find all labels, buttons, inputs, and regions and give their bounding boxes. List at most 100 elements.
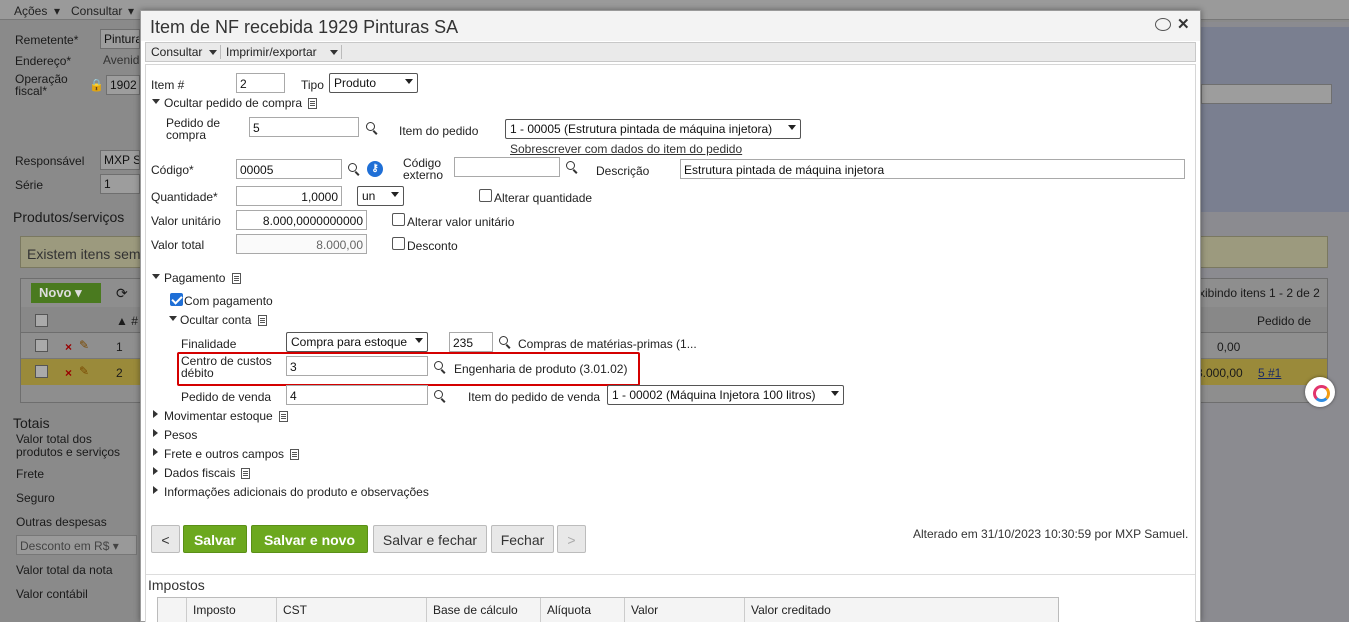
section-informacoes-adicionais[interactable]: Informações adicionais do produto e obse… [164, 486, 429, 498]
search-icon[interactable] [499, 336, 511, 348]
pedido-compra-field[interactable]: 5 [249, 117, 359, 137]
document-icon[interactable] [232, 273, 241, 284]
tipo-select[interactable]: Produto [329, 73, 418, 93]
ocultar-pedido-compra-toggle[interactable]: Ocultar pedido de compra [164, 97, 302, 109]
codigo-externo-field[interactable] [454, 157, 560, 177]
previous-button[interactable]: < [151, 525, 180, 553]
document-icon[interactable] [279, 411, 288, 422]
document-icon[interactable] [241, 468, 250, 479]
unidade-select[interactable]: un [357, 186, 404, 206]
delete-icon[interactable]: × [65, 366, 72, 380]
item-nf-dialog: Item de NF recebida 1929 Pinturas SA ✕ C… [140, 10, 1201, 622]
app-launcher-icon[interactable] [1305, 377, 1335, 407]
sort-icon[interactable]: ▲ # [116, 314, 138, 328]
salvar-e-fechar-button[interactable]: Salvar e fechar [373, 525, 487, 553]
background-menu-acoes[interactable]: Ações [14, 4, 47, 18]
codigo-label: Código* [151, 163, 194, 177]
endereco-label: Endereço* [15, 54, 72, 68]
ocultar-conta-toggle[interactable]: Ocultar conta [180, 314, 251, 326]
refresh-icon[interactable]: ⟳ [116, 285, 128, 302]
next-button[interactable]: > [557, 525, 586, 553]
menu-separator [220, 45, 221, 59]
collapse-icon[interactable] [152, 99, 160, 104]
pedido-venda-label: Pedido de venda [181, 390, 272, 404]
item-number-field[interactable]: 2 [236, 73, 285, 93]
expand-icon[interactable] [153, 486, 158, 494]
background-panel-header [1200, 27, 1349, 212]
valor-total-field: 8.000,00 [236, 234, 367, 254]
valor-total-nota-label: Valor total da nota [16, 563, 113, 577]
row-value: 8.000,00 [1196, 366, 1243, 380]
background-menu-consultar[interactable]: Consultar [71, 4, 122, 18]
collapse-icon[interactable] [152, 274, 160, 279]
edit-icon[interactable]: ✎ [79, 338, 89, 352]
finalidade-label: Finalidade [181, 337, 237, 351]
document-icon[interactable] [308, 98, 317, 109]
section-dados-fiscais[interactable]: Dados fiscais [164, 467, 235, 479]
chat-icon[interactable] [1155, 18, 1171, 31]
key-icon[interactable]: ⚷ [367, 161, 383, 177]
centro-custos-field[interactable]: 3 [286, 356, 428, 376]
collapse-icon[interactable] [169, 316, 177, 321]
valor-unitario-field[interactable]: 8.000,0000000000 [236, 210, 367, 230]
novo-button[interactable]: Novo ▾ [31, 283, 101, 303]
search-icon[interactable] [566, 161, 578, 173]
remetente-field[interactable]: Pintura [100, 29, 140, 49]
sobrescrever-link[interactable]: Sobrescrever com dados do item do pedido [510, 142, 742, 156]
section-movimentar-estoque[interactable]: Movimentar estoque [164, 410, 273, 422]
desconto-checkbox[interactable] [392, 237, 405, 250]
search-icon[interactable] [366, 122, 378, 134]
close-icon[interactable]: ✕ [1177, 15, 1190, 33]
descricao-field[interactable]: Estrutura pintada de máquina injetora [680, 159, 1185, 179]
codigo-field[interactable]: 00005 [236, 159, 342, 179]
menu-consultar[interactable]: Consultar [151, 45, 202, 59]
item-pedido-venda-select[interactable]: 1 - 00002 (Máquina Injetora 100 litros) [607, 385, 844, 405]
document-icon[interactable] [290, 449, 299, 460]
operacao-fiscal-label: Operação fiscal* [15, 72, 68, 98]
menu-separator [341, 45, 342, 59]
column-base-calculo: Base de cálculo [426, 598, 540, 622]
search-icon[interactable] [434, 390, 446, 402]
finalidade-select[interactable]: Compra para estoque [286, 332, 428, 352]
chevron-down-icon: ▾ [128, 4, 135, 18]
delete-icon[interactable]: × [65, 340, 72, 354]
alterar-quantidade-checkbox[interactable] [479, 189, 492, 202]
salvar-e-novo-button[interactable]: Salvar e novo [251, 525, 368, 553]
expand-icon[interactable] [153, 467, 158, 475]
section-pesos[interactable]: Pesos [164, 429, 197, 441]
select-all-checkbox[interactable] [35, 314, 48, 327]
document-icon[interactable] [258, 315, 267, 326]
row-checkbox[interactable] [35, 339, 48, 352]
salvar-button[interactable]: Salvar [183, 525, 247, 553]
search-icon[interactable] [434, 361, 446, 373]
pedido-link[interactable]: 5 #1 [1258, 366, 1281, 380]
responsavel-field[interactable]: MXP Sa [100, 150, 140, 170]
search-icon[interactable] [348, 163, 360, 175]
total-produtos-label: Valor total dos produtos e serviços [16, 432, 121, 459]
valor-total-label: Valor total [151, 238, 205, 252]
expand-icon[interactable] [153, 429, 158, 437]
expand-icon[interactable] [153, 410, 158, 418]
impostos-title: Impostos [148, 577, 205, 593]
background-field [1201, 84, 1332, 104]
operacao-fiscal-field[interactable]: 1902 [106, 75, 140, 95]
conta-field[interactable]: 235 [449, 332, 493, 352]
desconto-select[interactable]: Desconto em R$ ▾ [16, 535, 137, 555]
pedido-venda-field[interactable]: 4 [286, 385, 428, 405]
item-number-label: Item # [151, 78, 185, 92]
section-frete-outros[interactable]: Frete e outros campos [164, 448, 284, 460]
fechar-button[interactable]: Fechar [491, 525, 554, 553]
lock-icon: 🔒 [89, 78, 104, 92]
edit-icon[interactable]: ✎ [79, 364, 89, 378]
alterar-valor-unitario-checkbox[interactable] [392, 213, 405, 226]
item-pedido-select[interactable]: 1 - 00005 (Estrutura pintada de máquina … [505, 119, 801, 139]
expand-icon[interactable] [153, 448, 158, 456]
quantidade-field[interactable]: 1,0000 [236, 186, 342, 206]
chevron-down-icon [831, 391, 839, 396]
pagamento-toggle[interactable]: Pagamento [164, 272, 225, 284]
serie-field[interactable]: 1 [100, 174, 140, 194]
com-pagamento-checkbox[interactable] [170, 293, 183, 306]
menu-imprimir-exportar[interactable]: Imprimir/exportar [226, 45, 317, 59]
desconto-label: Desconto [407, 239, 458, 253]
row-checkbox[interactable] [35, 365, 48, 378]
